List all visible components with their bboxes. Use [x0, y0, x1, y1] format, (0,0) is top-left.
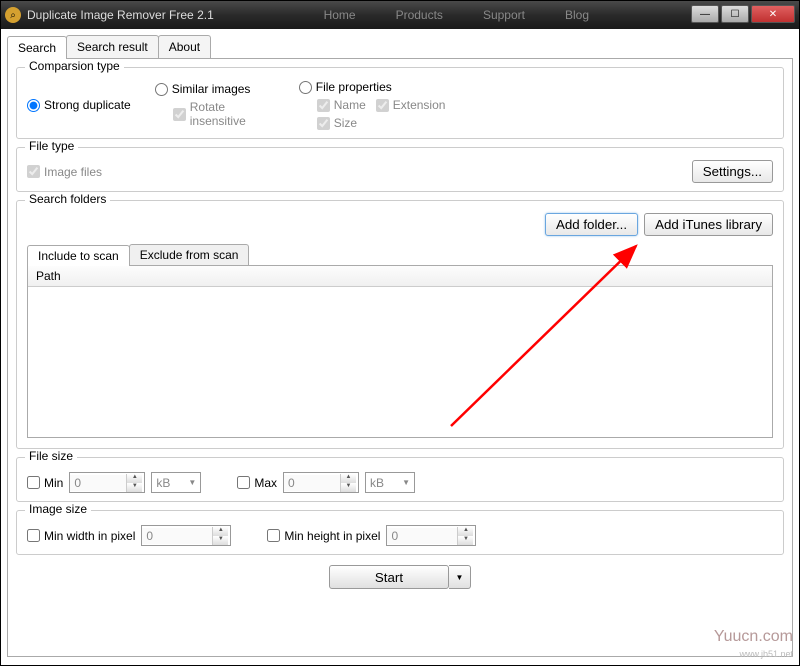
min-unit-label: kB [156, 476, 170, 490]
max-unit-label: kB [370, 476, 384, 490]
group-filesize-title: File size [25, 449, 77, 463]
tab-include-scan[interactable]: Include to scan [27, 245, 130, 266]
max-filesize-spinner[interactable]: ▲▼ [283, 472, 359, 493]
max-filesize-input[interactable] [284, 475, 340, 491]
radio-similar-images[interactable]: Similar images [155, 82, 275, 96]
tab-about[interactable]: About [158, 35, 211, 58]
start-button[interactable]: Start [329, 565, 449, 589]
group-imagesize-title: Image size [25, 502, 91, 516]
radio-fileprops-input[interactable] [299, 81, 312, 94]
check-minw-input[interactable] [27, 529, 40, 542]
spin-up-icon[interactable]: ▲ [126, 474, 142, 483]
group-comparison: Comparsion type Strong duplicate Similar… [16, 67, 784, 139]
menu-products: Products [396, 8, 443, 22]
check-size: Size [317, 116, 446, 130]
check-size-input [317, 117, 330, 130]
min-width-input[interactable] [142, 528, 212, 544]
settings-button[interactable]: Settings... [692, 160, 773, 183]
group-comparison-title: Comparsion type [25, 59, 124, 73]
radio-strong-label: Strong duplicate [44, 98, 131, 112]
minh-label: Min height in pixel [284, 529, 380, 543]
min-filesize-spinner[interactable]: ▲▼ [69, 472, 145, 493]
check-image-files-label: Image files [44, 165, 102, 179]
check-minh-input[interactable] [267, 529, 280, 542]
check-max-filesize[interactable]: Max [237, 476, 277, 490]
check-size-label: Size [334, 116, 357, 130]
menu-blog: Blog [565, 8, 589, 22]
radio-strong-input[interactable] [27, 99, 40, 112]
check-extension: Extension [376, 98, 446, 112]
watermark-url: www.jb51.net [739, 649, 793, 659]
menu-home: Home [324, 8, 356, 22]
check-min-filesize[interactable]: Min [27, 476, 63, 490]
spin-down-icon[interactable]: ▼ [340, 483, 356, 492]
radio-fileprops-label: File properties [316, 80, 392, 94]
check-image-files: Image files [27, 165, 102, 179]
min-filesize-input[interactable] [70, 475, 126, 491]
group-image-size: Image size Min width in pixel ▲▼ Min hei… [16, 510, 784, 555]
check-rotate-input [173, 108, 186, 121]
radio-file-properties[interactable]: File properties [299, 80, 446, 94]
min-height-spinner[interactable]: ▲▼ [386, 525, 476, 546]
group-file-type: File type Image files Settings... [16, 147, 784, 192]
check-ext-label: Extension [393, 98, 446, 112]
add-folder-button[interactable]: Add folder... [545, 213, 638, 236]
check-name-input [317, 99, 330, 112]
minimize-button[interactable]: — [691, 5, 719, 23]
min-width-spinner[interactable]: ▲▼ [141, 525, 231, 546]
spin-up-icon[interactable]: ▲ [212, 527, 228, 536]
check-min-height[interactable]: Min height in pixel [267, 529, 380, 543]
path-column-header[interactable]: Path [28, 266, 772, 287]
titlebar[interactable]: ⌕ Duplicate Image Remover Free 2.1 Home … [1, 1, 799, 29]
app-icon: ⌕ [5, 7, 21, 23]
group-filetype-title: File type [25, 139, 78, 153]
check-image-files-input [27, 165, 40, 178]
spin-down-icon[interactable]: ▼ [126, 483, 142, 492]
maximize-button[interactable]: ☐ [721, 5, 749, 23]
chevron-down-icon: ▼ [188, 478, 196, 487]
check-name-label: Name [334, 98, 366, 112]
window-title: Duplicate Image Remover Free 2.1 [27, 8, 324, 22]
chevron-down-icon: ▼ [402, 478, 410, 487]
start-dropdown-button[interactable]: ▼ [449, 565, 471, 589]
close-button[interactable]: ✕ [751, 5, 795, 23]
tab-search-result[interactable]: Search result [66, 35, 159, 58]
check-min-width[interactable]: Min width in pixel [27, 529, 135, 543]
group-file-size: File size Min ▲▼ kB ▼ [16, 457, 784, 502]
scan-scope-tabs: Include to scan Exclude from scan [27, 244, 773, 266]
min-height-input[interactable] [387, 528, 457, 544]
min-label: Min [44, 476, 63, 490]
add-itunes-button[interactable]: Add iTunes library [644, 213, 773, 236]
window-glass-menu: Home Products Support Blog [324, 8, 589, 22]
menu-support: Support [483, 8, 525, 22]
max-label: Max [254, 476, 277, 490]
tab-page-search: Comparsion type Strong duplicate Similar… [7, 59, 793, 657]
group-folders-title: Search folders [25, 192, 110, 206]
tab-search[interactable]: Search [7, 36, 67, 59]
check-ext-input [376, 99, 389, 112]
main-tabs: Search Search result About [7, 35, 793, 59]
folder-path-table[interactable]: Path [27, 266, 773, 438]
group-search-folders: Search folders Add folder... Add iTunes … [16, 200, 784, 449]
tab-exclude-scan[interactable]: Exclude from scan [129, 244, 250, 265]
radio-similar-label: Similar images [172, 82, 251, 96]
radio-strong-duplicate[interactable]: Strong duplicate [27, 98, 131, 112]
spin-down-icon[interactable]: ▼ [457, 536, 473, 545]
check-min-input[interactable] [27, 476, 40, 489]
check-rotate-label: Rotate insensitive [190, 100, 275, 128]
max-unit-select[interactable]: kB ▼ [365, 472, 415, 493]
watermark: Yuucn.com www.jb51.net [714, 629, 793, 661]
spin-up-icon[interactable]: ▲ [340, 474, 356, 483]
min-unit-select[interactable]: kB ▼ [151, 472, 201, 493]
minw-label: Min width in pixel [44, 529, 135, 543]
check-rotate: Rotate insensitive [173, 100, 275, 128]
watermark-brand: Yuucn.com [714, 628, 793, 645]
check-max-input[interactable] [237, 476, 250, 489]
check-name: Name [317, 98, 366, 112]
spin-up-icon[interactable]: ▲ [457, 527, 473, 536]
radio-similar-input[interactable] [155, 83, 168, 96]
spin-down-icon[interactable]: ▼ [212, 536, 228, 545]
